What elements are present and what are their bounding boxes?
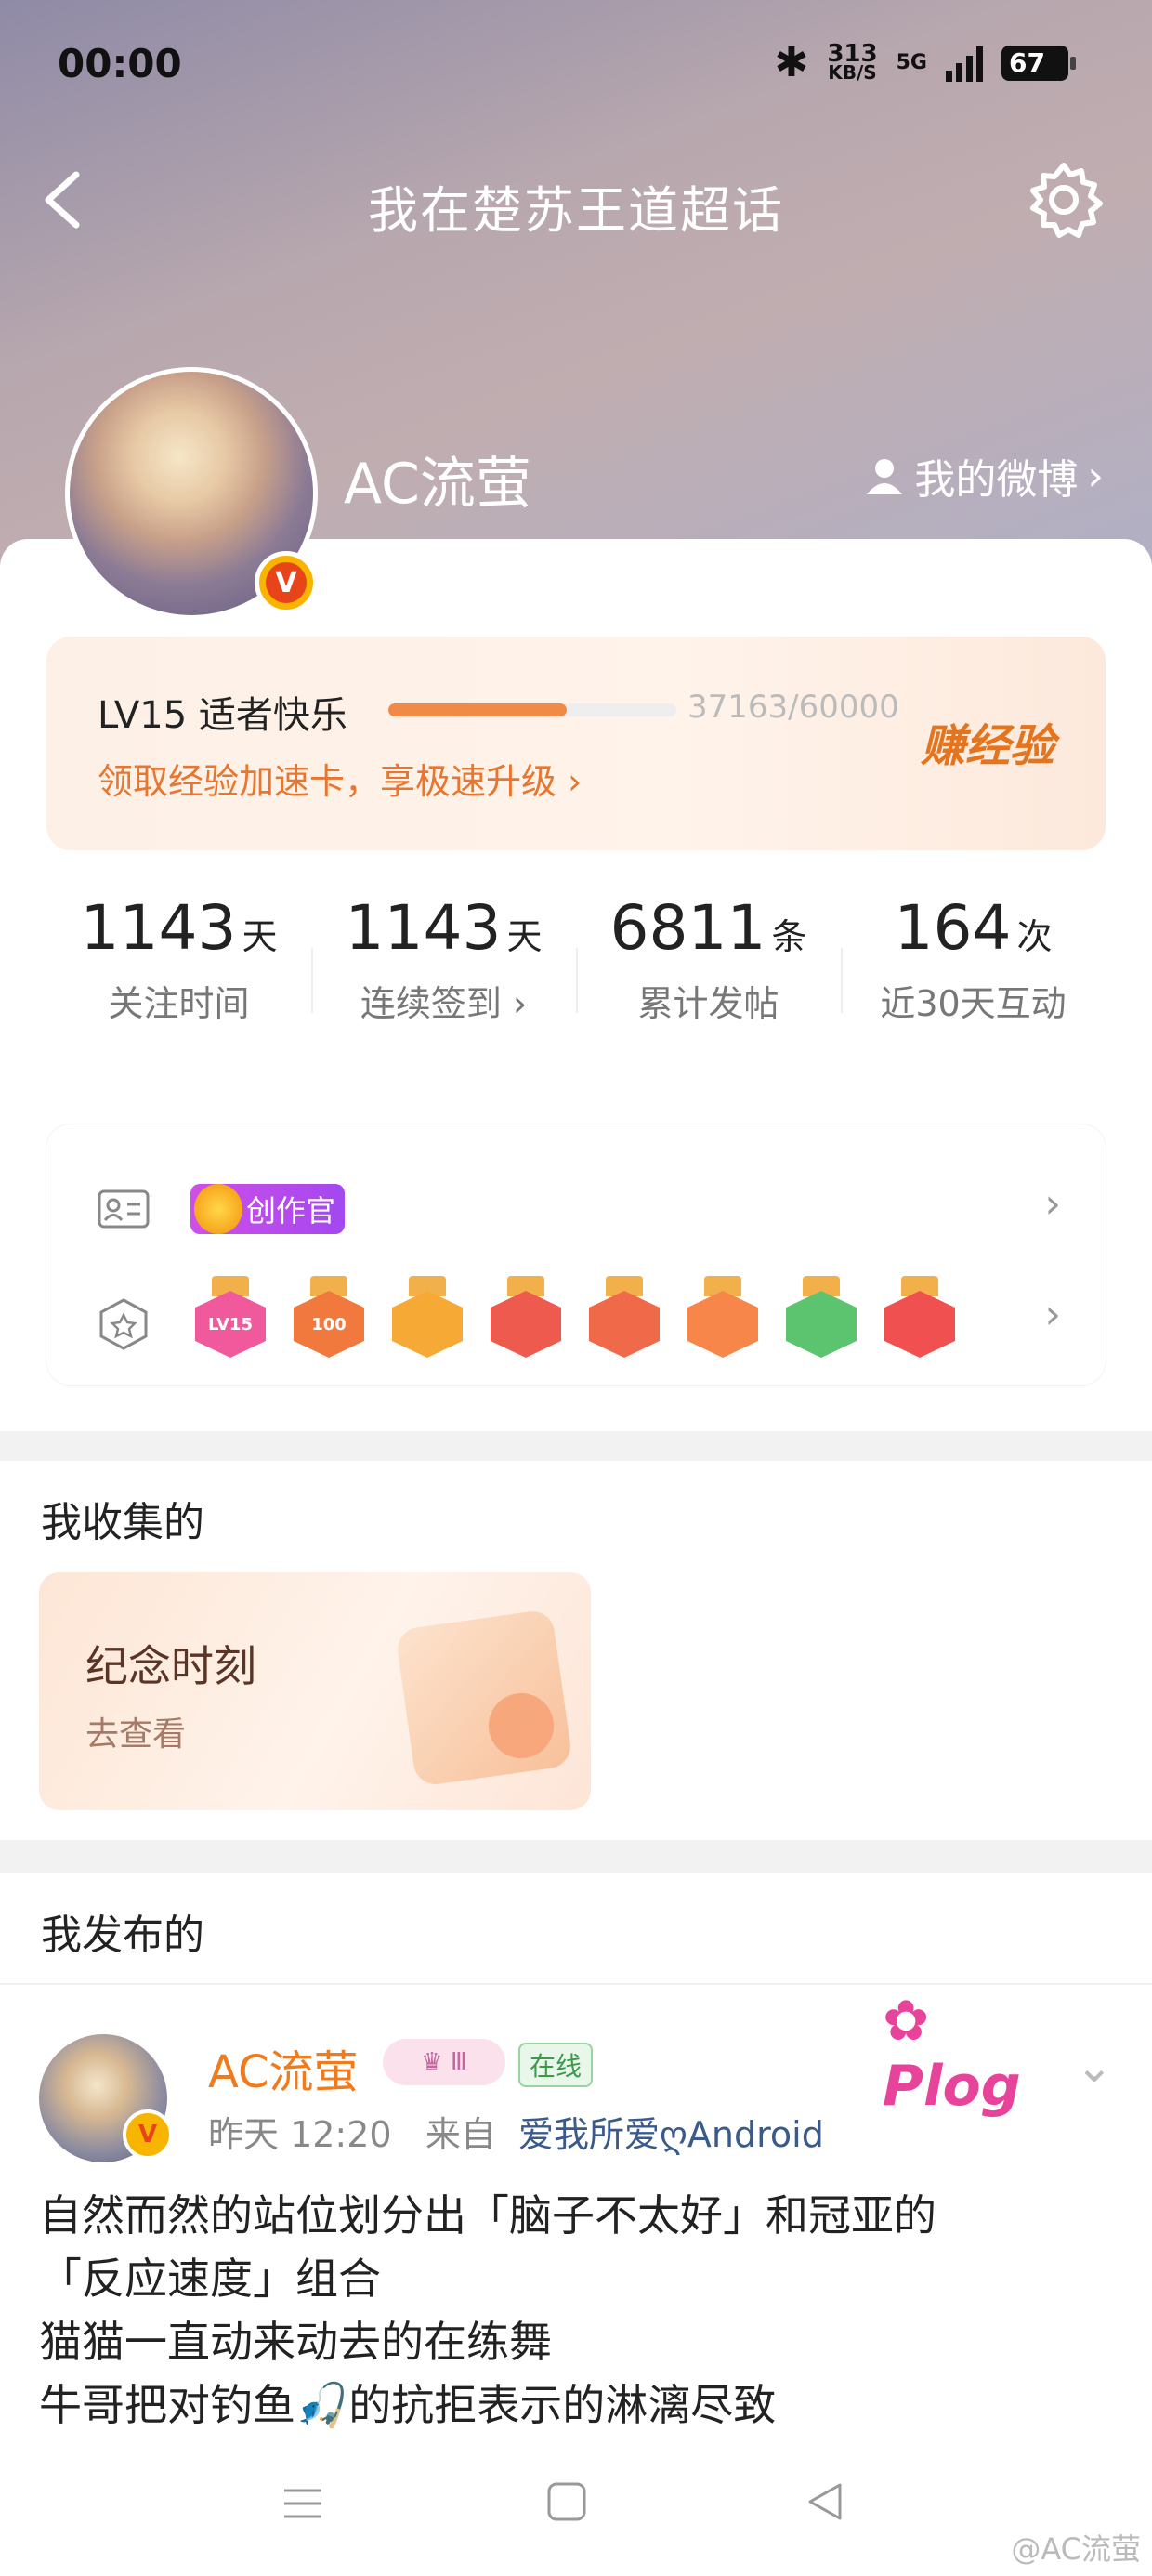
- chevron-right-icon: ›: [1044, 1180, 1061, 1228]
- signal-icon: [946, 45, 983, 82]
- calendar-gift-icon: [394, 1608, 574, 1788]
- medal-icon: [99, 1298, 148, 1350]
- chevron-down-icon[interactable]: ⌄: [1076, 2041, 1113, 2093]
- section-title: 我收集的: [41, 1499, 204, 1546]
- earn-exp-button[interactable]: 赚经验: [921, 709, 1054, 774]
- page-title: 我在楚苏王道超话: [368, 181, 784, 240]
- menu-icon[interactable]: [281, 2481, 325, 2526]
- memorial-moments-card[interactable]: 纪念时刻 去查看: [39, 1572, 591, 1810]
- post-meta: 昨天 12:20 来自 爱我所爱ღAndroid: [208, 2114, 824, 2155]
- level-label: LV15 适者快乐: [98, 694, 347, 737]
- stat-follow-time: 1143 天 关注时间: [80, 892, 278, 1024]
- stat-interactions: 164 次 近30天互动: [841, 892, 1106, 1059]
- main-card: LV15 适者快乐 37163/60000 领取经验加速卡，享极速升级 › 赚经…: [0, 539, 1152, 1431]
- gear-icon[interactable]: [1024, 160, 1104, 240]
- post-source-link[interactable]: 爱我所爱ღAndroid: [518, 2114, 824, 2155]
- medal-badge-icon: [392, 1276, 463, 1358]
- verified-badge-icon: V: [255, 551, 318, 614]
- nav-bar: 我在楚苏王道超话: [0, 158, 1152, 242]
- level-progress-bar: [388, 703, 676, 716]
- profile-username: AC流萤: [344, 452, 531, 517]
- speedup-card-link[interactable]: 领取经验加速卡，享极速升级 ›: [98, 753, 582, 804]
- bluetooth-icon: ✱: [774, 39, 809, 86]
- medal-hex: [589, 1291, 660, 1358]
- online-badge: 在线: [518, 2043, 594, 2087]
- medal-badge-icon: [884, 1276, 955, 1358]
- post-author-name[interactable]: AC流萤: [208, 2035, 359, 2100]
- my-weibo-link[interactable]: 我的微博 ›: [864, 446, 1104, 506]
- medal-badge-icon: LV15: [195, 1276, 266, 1358]
- verified-badge-icon: V: [123, 2109, 173, 2160]
- net-speed: 313 KB/S: [827, 39, 878, 84]
- section-title: 我发布的: [41, 1912, 204, 1959]
- medal-hex: [884, 1291, 955, 1358]
- vip-badge-icon: ♛ Ⅲ: [383, 2039, 505, 2085]
- status-time: 00:00: [58, 41, 182, 86]
- home-icon[interactable]: [546, 2481, 587, 2522]
- chevron-right-icon: ›: [1044, 1291, 1061, 1338]
- post-body[interactable]: 自然而然的站位划分出「脑子不太好」和冠亚的 「反应速度」组合 猫猫一直动来动去的…: [39, 2184, 1117, 2435]
- status-icons: ✱ 313 KB/S 5G 67: [774, 39, 1076, 86]
- divider: [0, 1983, 1152, 1985]
- profile-avatar[interactable]: V: [65, 367, 318, 620]
- stat-checkin[interactable]: 1143 天 连续签到 ›: [311, 892, 576, 1059]
- id-card-icon: [98, 1189, 150, 1229]
- medal-hex: [392, 1291, 463, 1358]
- medal-badge-icon: [687, 1276, 758, 1358]
- battery-icon: 67: [1001, 45, 1076, 81]
- network-type: 5G: [896, 51, 927, 74]
- creator-badge: 创作官: [190, 1184, 346, 1234]
- level-progress-text: 37163/60000: [687, 689, 899, 726]
- medal-hex: LV15: [195, 1291, 266, 1358]
- badges-panel: 创作官 › LV15 100 ›: [46, 1124, 1106, 1385]
- system-nav-bar: @AC流萤: [0, 2435, 1152, 2576]
- stat-posts: 6811 条 累计发帖: [576, 892, 841, 1059]
- medal-badge-icon: 100: [294, 1276, 364, 1358]
- medal-hex: [687, 1291, 758, 1358]
- medal-hex: [491, 1291, 561, 1358]
- medal-hex: 100: [294, 1291, 364, 1358]
- level-panel: LV15 适者快乐 37163/60000 领取经验加速卡，享极速升级 › 赚经…: [46, 637, 1106, 850]
- medal-badge-icon: [589, 1276, 660, 1358]
- stats-row: 1143 天 关注时间 1143 天 连续签到 › 6811 条 累计发帖 164 次 …: [46, 892, 1106, 1059]
- collected-section: 我收集的 纪念时刻 去查看: [0, 1461, 1152, 1840]
- plog-sticker-icon: ✿ Plog: [883, 1989, 1021, 2119]
- heart-icon: [489, 1693, 554, 1758]
- person-icon: [867, 459, 903, 494]
- medal-list: LV15 100: [195, 1276, 955, 1358]
- medal-hex: [786, 1291, 857, 1358]
- watermark: @AC流萤: [1011, 2531, 1141, 2567]
- back-nav-icon[interactable]: [806, 2481, 844, 2522]
- medal-badge-icon: [786, 1276, 857, 1358]
- status-bar: 00:00 ✱ 313 KB/S 5G 67: [0, 0, 1152, 139]
- level-progress-fill: [388, 703, 567, 716]
- chevron-right-icon: ›: [1087, 452, 1104, 500]
- creator-row[interactable]: 创作官 ›: [46, 1162, 1106, 1255]
- medals-row[interactable]: LV15 100 ›: [46, 1268, 1106, 1371]
- medal-badge-icon: [491, 1276, 561, 1358]
